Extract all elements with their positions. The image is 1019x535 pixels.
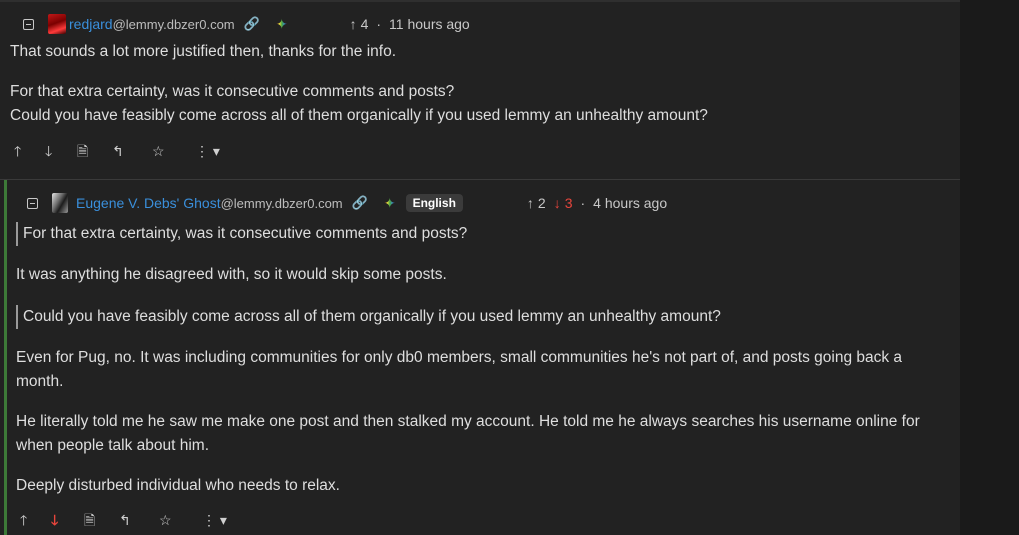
separator: · [580,195,586,211]
community-icon: ✦ [383,194,396,211]
arrow-up-icon: ↑ [526,195,534,211]
comment-actions: 🡑 🡓 🗎 ↰ ☆ ⋮ ▾ [0,510,300,530]
instance-label[interactable]: @lemmy.dbzer0.com [113,17,235,32]
community-icon: ✦ [275,15,288,32]
comment-header: Eugene V. Debs' Ghost @lemmy.dbzer0.com 🔗… [27,193,667,213]
comment-header: redjard @lemmy.dbzer0.com 🔗 ✦ ↑ 4 · 11 ho… [23,14,470,34]
upvote-button[interactable]: 🡑 [14,141,21,161]
comment-text: Could you have feasibly come across all … [10,107,708,124]
comment-text: month. [16,373,64,390]
save-button[interactable]: ☆ [152,141,165,161]
upvote-button[interactable]: 🡑 [20,510,27,530]
thread-indent-bar[interactable] [4,180,7,535]
downvote-button[interactable]: 🡓 [51,510,58,530]
comment-actions: 🡑 🡓 🗎 ↰ ☆ ⋮ ▾ [0,141,300,161]
comment-divider [0,179,960,180]
view-source-button[interactable]: 🗎 [77,141,88,161]
comment-text: He literally told me he saw me make one … [16,413,920,430]
timestamp[interactable]: 11 hours ago [389,16,470,32]
timestamp[interactable]: 4 hours ago [593,195,667,211]
more-options-button[interactable]: ⋮ ▾ [195,141,220,161]
comment-text: when people talk about him. [16,437,210,454]
comment-text: Deeply disturbed individual who needs to… [16,477,340,494]
avatar[interactable] [52,193,68,213]
language-badge: English [405,194,463,212]
more-options-button[interactable]: ⋮ ▾ [202,510,227,530]
reply-button[interactable]: ↰ [112,141,124,161]
blockquote: Could you have feasibly come across all … [16,305,721,329]
downvote-button[interactable]: 🡓 [45,141,52,161]
top-divider [0,0,960,2]
downvote-count: 3 [564,195,573,211]
blockquote: For that extra certainty, was it consecu… [16,222,467,246]
upvote-count: 2 [537,195,546,211]
username-link[interactable]: Eugene V. Debs' Ghost [76,195,221,211]
right-panel [960,0,1019,535]
view-source-button[interactable]: 🗎 [84,510,95,530]
score-count: 4 [360,16,369,32]
link-icon[interactable]: 🔗 [352,195,368,211]
arrow-down-icon: ↓ [553,195,561,211]
username-link[interactable]: redjard [69,16,113,32]
comment-text: That sounds a lot more justified then, t… [10,43,396,60]
comment-text: It was anything he disagreed with, so it… [16,266,447,283]
avatar[interactable] [48,14,66,34]
link-icon[interactable]: 🔗 [244,16,260,32]
collapse-icon[interactable] [27,197,38,209]
save-button[interactable]: ☆ [159,510,172,530]
comment-text: For that extra certainty, was it consecu… [10,83,455,100]
reply-button[interactable]: ↰ [119,510,131,530]
collapse-icon[interactable] [23,18,34,30]
instance-label[interactable]: @lemmy.dbzer0.com [221,196,343,211]
comment-text: Even for Pug, no. It was including commu… [16,349,903,366]
separator: · [376,16,382,32]
arrow-up-icon: ↑ [349,16,357,32]
